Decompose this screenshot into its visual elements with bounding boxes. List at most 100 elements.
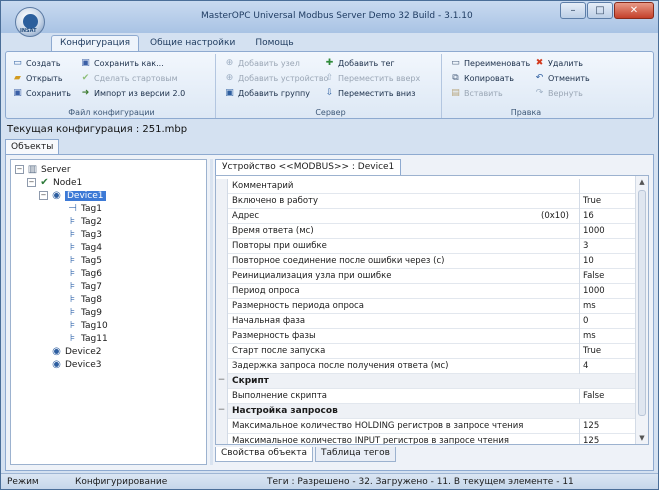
property-value[interactable]: 10 — [579, 254, 636, 269]
add-device-button[interactable]: ⊕ Добавить устройство — [224, 71, 329, 86]
property-row[interactable]: Задержка запроса после получения ответа … — [216, 359, 636, 374]
scroll-up-icon[interactable]: ▲ — [636, 176, 648, 188]
property-row[interactable]: Максимальное количество HOLDING регистро… — [216, 419, 636, 434]
property-row[interactable]: Повторы при ошибке 3 — [216, 239, 636, 254]
save-icon: ▣ — [13, 88, 22, 98]
tree-node-tag[interactable]: ⊧ Tag10 — [67, 319, 108, 332]
property-value[interactable]: False — [579, 269, 636, 284]
property-category-script[interactable]: − Скрипт — [216, 374, 636, 389]
add-tag-icon: ✚ — [325, 58, 334, 68]
tree-node-tag[interactable]: ⊧ Tag8 — [67, 293, 102, 306]
copy-button[interactable]: ⧉ Копировать — [450, 71, 530, 86]
title-bar[interactable]: MasterOPC Universal Modbus Server Demo 3… — [1, 1, 658, 33]
property-row[interactable]: Старт после запуска True — [216, 344, 636, 359]
tree-node-tag[interactable]: ⊧ Tag4 — [67, 241, 102, 254]
scroll-down-icon[interactable]: ▼ — [636, 432, 648, 444]
property-value[interactable]: True — [579, 344, 636, 359]
tree-node-tag[interactable]: ⊧ Tag9 — [67, 306, 102, 319]
property-value[interactable]: 3 — [579, 239, 636, 254]
tree-node-tag[interactable]: ⊧ Tag5 — [67, 254, 102, 267]
category-collapse-toggle[interactable]: − — [216, 404, 228, 419]
tab-general-settings[interactable]: Общие настройки — [141, 35, 244, 51]
property-value[interactable]: 125 — [579, 434, 636, 444]
property-row[interactable]: Начальная фаза 0 — [216, 314, 636, 329]
tree-node-tag[interactable]: ⊧ Tag6 — [67, 267, 102, 280]
property-grid[interactable]: Комментарий Включено в работу True Адрес (… — [215, 175, 649, 445]
tree-node-tag[interactable]: ⊧ Tag11 — [67, 332, 108, 345]
property-value[interactable]: 1000 — [579, 284, 636, 299]
tree-node-tag[interactable]: ⊧ Tag2 — [67, 215, 102, 228]
application-menu-button[interactable]: INSAT — [15, 7, 45, 37]
tab-tag-table[interactable]: Таблица тегов — [314, 447, 396, 462]
property-value[interactable]: 16 — [579, 209, 636, 224]
panel-splitter[interactable] — [210, 159, 213, 465]
object-tree[interactable]: − ▥ Server − ✔ Node1 − ◉ Device1 ⊣ Tag1 ⊧… — [10, 159, 207, 465]
property-row[interactable]: Максимальное количество INPUT регистров … — [216, 434, 636, 444]
property-value[interactable]: False — [579, 389, 636, 404]
add-group-button[interactable]: ▣ Добавить группу — [224, 86, 328, 101]
make-startup-button[interactable]: ✔ Сделать стартовым — [80, 71, 185, 86]
maximize-button[interactable]: □ — [587, 2, 613, 19]
property-category-requests[interactable]: − Настройка запросов — [216, 404, 636, 419]
property-row[interactable]: Адрес (0x10) 16 — [216, 209, 636, 224]
paste-button[interactable]: ▤ Вставить — [450, 86, 530, 101]
property-value[interactable]: 0 — [579, 314, 636, 329]
collapse-toggle[interactable]: − — [15, 165, 24, 174]
property-row[interactable]: Размерность периода опроса ms — [216, 299, 636, 314]
property-row[interactable]: Выполнение скрипта False — [216, 389, 636, 404]
property-row[interactable]: Размерность фазы ms — [216, 329, 636, 344]
add-node-button[interactable]: ⊕ Добавить узел — [224, 56, 328, 71]
minimize-button[interactable]: – — [560, 2, 586, 19]
import-button[interactable]: ➜ Импорт из версии 2.0 — [80, 86, 185, 101]
ribbon-group-file-label: Файл конфигурации — [68, 108, 155, 117]
tree-node-device1[interactable]: − ◉ Device1 — [39, 189, 106, 202]
rename-button[interactable]: ▭ Переименовать — [450, 56, 530, 71]
save-label: Сохранить — [26, 89, 71, 98]
tree-node-tag[interactable]: ⊧ Tag3 — [67, 228, 102, 241]
open-button[interactable]: ▰ Открыть — [12, 71, 71, 86]
property-value[interactable]: ms — [579, 299, 636, 314]
property-name: Максимальное количество HOLDING регистро… — [232, 421, 524, 431]
tab-configuration[interactable]: Конфигурация — [51, 35, 139, 51]
tab-help[interactable]: Помощь — [246, 35, 302, 51]
move-up-button[interactable]: ⇧ Переместить вверх — [324, 71, 421, 86]
property-row[interactable]: Комментарий — [216, 179, 636, 194]
save-button[interactable]: ▣ Сохранить — [12, 86, 71, 101]
property-row[interactable]: Повторное соединение после ошибки через … — [216, 254, 636, 269]
add-tag-button[interactable]: ✚ Добавить тег — [324, 56, 420, 71]
tab-objects[interactable]: Объекты — [5, 139, 60, 154]
category-collapse-toggle[interactable]: − — [216, 374, 228, 389]
import-icon: ➜ — [81, 88, 90, 98]
undo-button[interactable]: ↶ Отменить — [534, 71, 590, 86]
tree-node-device2[interactable]: ◉ Device2 — [51, 345, 101, 358]
save-as-button[interactable]: ▣ Сохранить как... — [80, 56, 185, 71]
vertical-scrollbar[interactable]: ▲ ▼ — [635, 176, 648, 444]
property-row[interactable]: Время ответа (мс) 1000 — [216, 224, 636, 239]
move-down-button[interactable]: ⇩ Переместить вниз — [324, 86, 420, 101]
close-button[interactable]: ✕ — [614, 2, 654, 19]
property-row[interactable]: Реинициализация узла при ошибке False — [216, 269, 636, 284]
tab-object-properties[interactable]: Свойства объекта — [215, 447, 313, 462]
property-value[interactable]: 125 — [579, 419, 636, 434]
redo-button[interactable]: ↷ Вернуть — [534, 86, 590, 101]
property-row[interactable]: Включено в работу True — [216, 194, 636, 209]
tab-device-document[interactable]: Устройство <<MODBUS>> : Device1 — [215, 159, 402, 175]
property-value[interactable]: 4 — [579, 359, 636, 374]
tree-node-tag[interactable]: ⊧ Tag7 — [67, 280, 102, 293]
property-value[interactable]: 1000 — [579, 224, 636, 239]
tree-node-server[interactable]: − ▥ Server — [15, 163, 71, 176]
scroll-thumb[interactable] — [638, 190, 646, 416]
create-button[interactable]: ▭ Создать — [12, 56, 71, 71]
collapse-toggle[interactable]: − — [39, 191, 48, 200]
property-row[interactable]: Период опроса 1000 — [216, 284, 636, 299]
tree-node-tag[interactable]: ⊣ Tag1 — [67, 202, 102, 215]
delete-button[interactable]: ✖ Удалить — [534, 56, 590, 71]
collapse-toggle[interactable]: − — [27, 178, 36, 187]
tree-node-node1[interactable]: − ✔ Node1 — [27, 176, 82, 189]
property-value[interactable]: True — [579, 194, 636, 209]
redo-label: Вернуть — [548, 89, 583, 98]
tree-node-device3[interactable]: ◉ Device3 — [51, 358, 101, 371]
property-value[interactable] — [579, 179, 636, 194]
property-value[interactable]: ms — [579, 329, 636, 344]
row-gutter — [216, 239, 228, 254]
